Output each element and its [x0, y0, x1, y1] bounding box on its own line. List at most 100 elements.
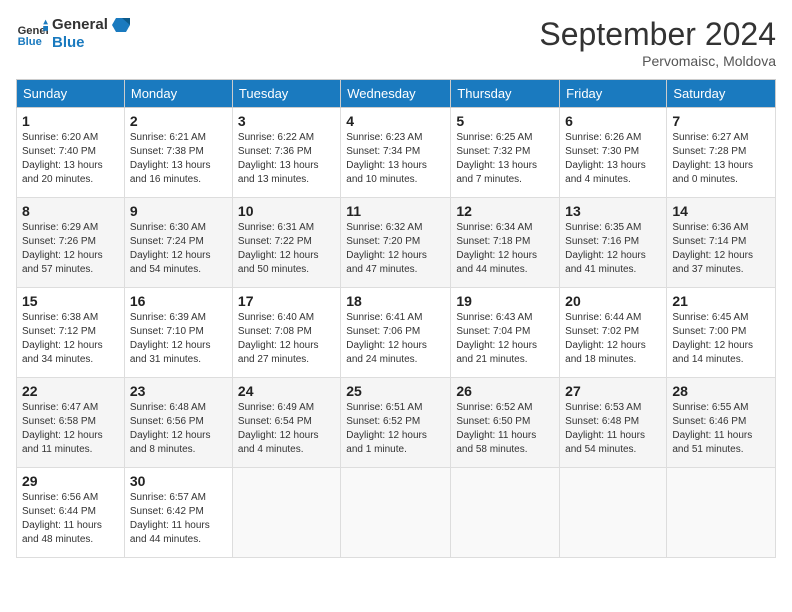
month-title: September 2024 — [539, 16, 776, 53]
page-header: General Blue General Blue September 2024… — [16, 16, 776, 69]
day-info: Sunrise: 6:35 AM Sunset: 7:16 PM Dayligh… — [565, 221, 661, 277]
calendar-cell: 7Sunrise: 6:27 AM Sunset: 7:28 PM Daylig… — [667, 108, 776, 198]
day-number: 14 — [672, 203, 770, 219]
weekday-header-thursday: Thursday — [451, 80, 560, 108]
day-number: 12 — [456, 203, 554, 219]
weekday-header-row: SundayMondayTuesdayWednesdayThursdayFrid… — [17, 80, 776, 108]
calendar-cell: 6Sunrise: 6:26 AM Sunset: 7:30 PM Daylig… — [560, 108, 667, 198]
day-number: 19 — [456, 293, 554, 309]
day-number: 8 — [22, 203, 119, 219]
day-info: Sunrise: 6:39 AM Sunset: 7:10 PM Dayligh… — [130, 311, 227, 367]
weekday-header-friday: Friday — [560, 80, 667, 108]
day-info: Sunrise: 6:29 AM Sunset: 7:26 PM Dayligh… — [22, 221, 119, 277]
calendar-cell: 17 Sunrise: 6:40 AM Sunset: 7:08 PM Dayli… — [232, 288, 340, 378]
calendar-cell: 16 Sunrise: 6:39 AM Sunset: 7:10 PM Dayli… — [124, 288, 232, 378]
weekday-header-tuesday: Tuesday — [232, 80, 340, 108]
calendar-cell: 4 Sunrise: 6:23 AM Sunset: 7:34 PM Daylig… — [341, 108, 451, 198]
week-row-1: 1Sunrise: 6:20 AM Sunset: 7:40 PM Daylig… — [17, 108, 776, 198]
day-info: Sunrise: 6:55 AM Sunset: 6:46 PM Dayligh… — [672, 401, 770, 457]
calendar-cell: 25Sunrise: 6:51 AM Sunset: 6:52 PM Dayli… — [341, 378, 451, 468]
calendar-cell — [560, 468, 667, 558]
day-number: 7 — [672, 113, 770, 129]
calendar-cell: 20Sunrise: 6:44 AM Sunset: 7:02 PM Dayli… — [560, 288, 667, 378]
day-number: 23 — [130, 383, 227, 399]
day-info: Sunrise: 6:21 AM Sunset: 7:38 PM Dayligh… — [130, 131, 227, 187]
calendar-cell: 21 Sunrise: 6:45 AM Sunset: 7:00 PM Dayli… — [667, 288, 776, 378]
day-number: 4 — [346, 113, 445, 129]
day-number: 16 — [130, 293, 227, 309]
day-number: 28 — [672, 383, 770, 399]
day-number: 11 — [346, 203, 445, 219]
day-number: 27 — [565, 383, 661, 399]
day-number: 18 — [346, 293, 445, 309]
day-info: Sunrise: 6:49 AM Sunset: 6:54 PM Dayligh… — [238, 401, 335, 457]
logo: General Blue General Blue — [16, 16, 130, 51]
weekday-header-sunday: Sunday — [17, 80, 125, 108]
weekday-header-saturday: Saturday — [667, 80, 776, 108]
calendar-cell: 14 Sunrise: 6:36 AM Sunset: 7:14 PM Dayli… — [667, 198, 776, 288]
logo-icon: General Blue — [16, 18, 48, 50]
calendar-cell: 13 Sunrise: 6:35 AM Sunset: 7:16 PM Dayli… — [560, 198, 667, 288]
logo-general: General — [52, 16, 130, 34]
logo-arrow-icon — [112, 16, 130, 34]
day-number: 3 — [238, 113, 335, 129]
day-info: Sunrise: 6:30 AM Sunset: 7:24 PM Dayligh… — [130, 221, 227, 277]
week-row-2: 8 Sunrise: 6:29 AM Sunset: 7:26 PM Daylig… — [17, 198, 776, 288]
calendar-cell — [341, 468, 451, 558]
calendar-cell — [451, 468, 560, 558]
day-number: 10 — [238, 203, 335, 219]
day-info: Sunrise: 6:45 AM Sunset: 7:00 PM Dayligh… — [672, 311, 770, 367]
day-info: Sunrise: 6:47 AM Sunset: 6:58 PM Dayligh… — [22, 401, 119, 457]
day-info: Sunrise: 6:57 AM Sunset: 6:42 PM Dayligh… — [130, 491, 227, 547]
calendar-cell: 11 Sunrise: 6:32 AM Sunset: 7:20 PM Dayli… — [341, 198, 451, 288]
day-info: Sunrise: 6:23 AM Sunset: 7:34 PM Dayligh… — [346, 131, 445, 187]
day-info: Sunrise: 6:44 AM Sunset: 7:02 PM Dayligh… — [565, 311, 661, 367]
calendar-cell: 22Sunrise: 6:47 AM Sunset: 6:58 PM Dayli… — [17, 378, 125, 468]
day-number: 25 — [346, 383, 445, 399]
calendar-cell: 26 Sunrise: 6:52 AM Sunset: 6:50 PM Dayli… — [451, 378, 560, 468]
day-info: Sunrise: 6:40 AM Sunset: 7:08 PM Dayligh… — [238, 311, 335, 367]
day-info: Sunrise: 6:43 AM Sunset: 7:04 PM Dayligh… — [456, 311, 554, 367]
day-info: Sunrise: 6:34 AM Sunset: 7:18 PM Dayligh… — [456, 221, 554, 277]
day-info: Sunrise: 6:32 AM Sunset: 7:20 PM Dayligh… — [346, 221, 445, 277]
day-number: 1 — [22, 113, 119, 129]
day-number: 9 — [130, 203, 227, 219]
weekday-header-monday: Monday — [124, 80, 232, 108]
calendar-cell: 18Sunrise: 6:41 AM Sunset: 7:06 PM Dayli… — [341, 288, 451, 378]
day-info: Sunrise: 6:31 AM Sunset: 7:22 PM Dayligh… — [238, 221, 335, 277]
calendar-cell: 27Sunrise: 6:53 AM Sunset: 6:48 PM Dayli… — [560, 378, 667, 468]
day-info: Sunrise: 6:25 AM Sunset: 7:32 PM Dayligh… — [456, 131, 554, 187]
calendar-cell: 23 Sunrise: 6:48 AM Sunset: 6:56 PM Dayli… — [124, 378, 232, 468]
calendar-cell: 3 Sunrise: 6:22 AM Sunset: 7:36 PM Daylig… — [232, 108, 340, 198]
calendar-cell: 30 Sunrise: 6:57 AM Sunset: 6:42 PM Dayli… — [124, 468, 232, 558]
logo-blue: Blue — [52, 34, 130, 51]
week-row-3: 15 Sunrise: 6:38 AM Sunset: 7:12 PM Dayli… — [17, 288, 776, 378]
day-info: Sunrise: 6:38 AM Sunset: 7:12 PM Dayligh… — [22, 311, 119, 367]
calendar-cell: 2Sunrise: 6:21 AM Sunset: 7:38 PM Daylig… — [124, 108, 232, 198]
calendar-cell: 19 Sunrise: 6:43 AM Sunset: 7:04 PM Dayli… — [451, 288, 560, 378]
calendar-cell: 8 Sunrise: 6:29 AM Sunset: 7:26 PM Daylig… — [17, 198, 125, 288]
day-info: Sunrise: 6:56 AM Sunset: 6:44 PM Dayligh… — [22, 491, 119, 547]
calendar-cell: 29 Sunrise: 6:56 AM Sunset: 6:44 PM Dayli… — [17, 468, 125, 558]
calendar-cell: 5Sunrise: 6:25 AM Sunset: 7:32 PM Daylig… — [451, 108, 560, 198]
weekday-header-wednesday: Wednesday — [341, 80, 451, 108]
calendar-cell: 24Sunrise: 6:49 AM Sunset: 6:54 PM Dayli… — [232, 378, 340, 468]
calendar-table: SundayMondayTuesdayWednesdayThursdayFrid… — [16, 79, 776, 558]
location: Pervomaisc, Moldova — [539, 53, 776, 69]
calendar-cell — [667, 468, 776, 558]
day-info: Sunrise: 6:22 AM Sunset: 7:36 PM Dayligh… — [238, 131, 335, 187]
day-info: Sunrise: 6:26 AM Sunset: 7:30 PM Dayligh… — [565, 131, 661, 187]
svg-text:Blue: Blue — [18, 36, 42, 48]
day-info: Sunrise: 6:36 AM Sunset: 7:14 PM Dayligh… — [672, 221, 770, 277]
day-info: Sunrise: 6:48 AM Sunset: 6:56 PM Dayligh… — [130, 401, 227, 457]
day-number: 30 — [130, 473, 227, 489]
day-number: 13 — [565, 203, 661, 219]
title-block: September 2024 Pervomaisc, Moldova — [539, 16, 776, 69]
day-info: Sunrise: 6:52 AM Sunset: 6:50 PM Dayligh… — [456, 401, 554, 457]
day-number: 21 — [672, 293, 770, 309]
week-row-4: 22Sunrise: 6:47 AM Sunset: 6:58 PM Dayli… — [17, 378, 776, 468]
day-number: 17 — [238, 293, 335, 309]
day-number: 26 — [456, 383, 554, 399]
day-number: 15 — [22, 293, 119, 309]
day-number: 29 — [22, 473, 119, 489]
